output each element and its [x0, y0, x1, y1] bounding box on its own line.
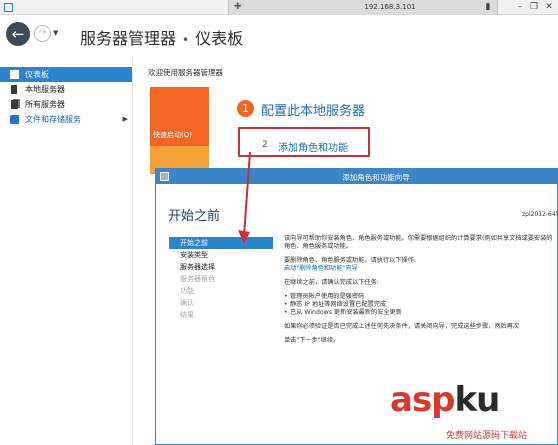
add-roles-features-link[interactable]: 添加角色和功能 — [278, 139, 348, 154]
minimize-icon[interactable]: – — [514, 1, 526, 13]
restore-icon[interactable]: ❐ — [528, 1, 540, 13]
wizard-intro-text: 该向导可帮助你安装角色、角色服务或功能。你需要根据组织的计算要求(例如共享文档或… — [284, 235, 553, 250]
wizard-step-server-roles: 服务器角色 — [180, 275, 215, 283]
page-title: 服务器管理器 • 仪表板 — [80, 25, 243, 49]
wizard-prereq-text: 在继续之前，请确认完成以下任务: — [284, 279, 379, 286]
wizard-body: 该向导可帮助你安装角色、角色服务或功能。你需要根据组织的计算要求(例如共享文档或… — [284, 235, 556, 351]
watermark-subtitle: 免费网站源码下载站 — [446, 431, 528, 441]
server-icon — [11, 85, 17, 94]
prereq-list: 管理员帐户使用的是强密码 静态 IP 地址等网络设置已配置完成 已从 Windo… — [284, 293, 556, 317]
sidebar: 仪表板 本地服务器 所有服务器 文件和存储服务 ▶ — [0, 58, 133, 445]
wizard-app-icon — [160, 172, 169, 181]
wizard-title-bar: 添加角色和功能向导 — [156, 169, 557, 184]
wizard-step-installation-type[interactable]: 安装类型 — [169, 249, 273, 261]
list-item: 管理员帐户使用的是强密码 — [284, 293, 556, 301]
sidebar-item-label: 所有服务器 — [25, 100, 65, 109]
back-button[interactable]: ← — [6, 22, 30, 46]
step-2-number: 2 — [262, 140, 268, 150]
configure-local-server-link[interactable]: 配置此本地服务器 — [261, 100, 365, 119]
wizard-step-list: 开始之前 安装类型 服务器选择 服务器角色 功能 确认 结果 — [169, 237, 273, 321]
wizard-verify-text: 如果你必须验证是否已完成上述任何先决条件，请关闭向导，完成这些步骤，然后再次 — [284, 323, 520, 330]
quick-start-label: 快速启动(Q) — [153, 131, 192, 139]
wizard-title: 添加角色和功能向导 — [342, 173, 410, 182]
wizard-heading: 开始之前 — [168, 209, 221, 224]
servers-icon — [11, 100, 18, 109]
history-dropdown-icon[interactable]: ▼ — [53, 29, 61, 37]
wizard-step-features: 功能 — [180, 287, 194, 295]
window-icon — [4, 3, 13, 12]
sidebar-item-label: 文件和存储服务 — [25, 115, 81, 124]
remove-roles-link[interactable]: 启动"删除角色和功能"向导 — [284, 265, 358, 272]
forward-arrow-icon: → — [38, 27, 47, 38]
sidebar-item-all-servers[interactable]: 所有服务器 — [0, 97, 132, 112]
sidebar-item-label: 仪表板 — [25, 70, 49, 79]
step-1-badge: 1 — [237, 100, 254, 117]
wizard-step-server-selection[interactable]: 服务器选择 — [169, 261, 273, 273]
pin-icon[interactable]: ✚ — [234, 2, 244, 12]
target-server-name: zpl2012-645 — [522, 211, 558, 218]
watermark-logo: aspku — [390, 380, 500, 420]
dashboard-icon — [10, 70, 19, 79]
chevron-right-icon: ▶ — [122, 115, 128, 123]
wizard-next-text: 单击"下一步"继续。 — [284, 337, 340, 344]
list-item: 已从 Windows 更新安装最新的安全更新 — [284, 309, 556, 317]
wizard-step-results: 结果 — [180, 311, 194, 319]
server-manager-header: ← → ▼ 服务器管理器 • 仪表板 — [0, 15, 558, 55]
storage-icon — [10, 115, 19, 124]
wizard-step-confirmation: 确认 — [180, 299, 194, 307]
annotation-arrow — [238, 151, 251, 244]
wizard-remove-text: 要删除角色、角色服务或功能，请执行以下操作: — [284, 257, 417, 264]
welcome-heading: 欢迎使用服务器管理器 — [148, 68, 223, 77]
list-item: 静态 IP 地址等网络设置已配置完成 — [284, 301, 556, 309]
sidebar-item-label: 本地服务器 — [25, 85, 65, 94]
remote-desktop-bar: ✚ 192.168.3.101 ▮ – ❐ ✕ — [0, 0, 558, 15]
signal-icon: ▮ — [485, 2, 491, 12]
sidebar-item-dashboard[interactable]: 仪表板 — [0, 67, 132, 82]
back-arrow-icon: ← — [11, 25, 25, 43]
connection-ip: 192.168.3.101 — [364, 3, 416, 11]
page-name: 仪表板 — [195, 29, 244, 48]
close-icon[interactable]: ✕ — [543, 1, 555, 13]
sidebar-item-file-storage[interactable]: 文件和存储服务 ▶ — [0, 112, 132, 127]
forward-button[interactable]: → — [34, 25, 51, 42]
title-separator: • — [182, 33, 190, 47]
sidebar-item-local-server[interactable]: 本地服务器 — [0, 82, 132, 97]
app-title: 服务器管理器 — [80, 29, 177, 48]
